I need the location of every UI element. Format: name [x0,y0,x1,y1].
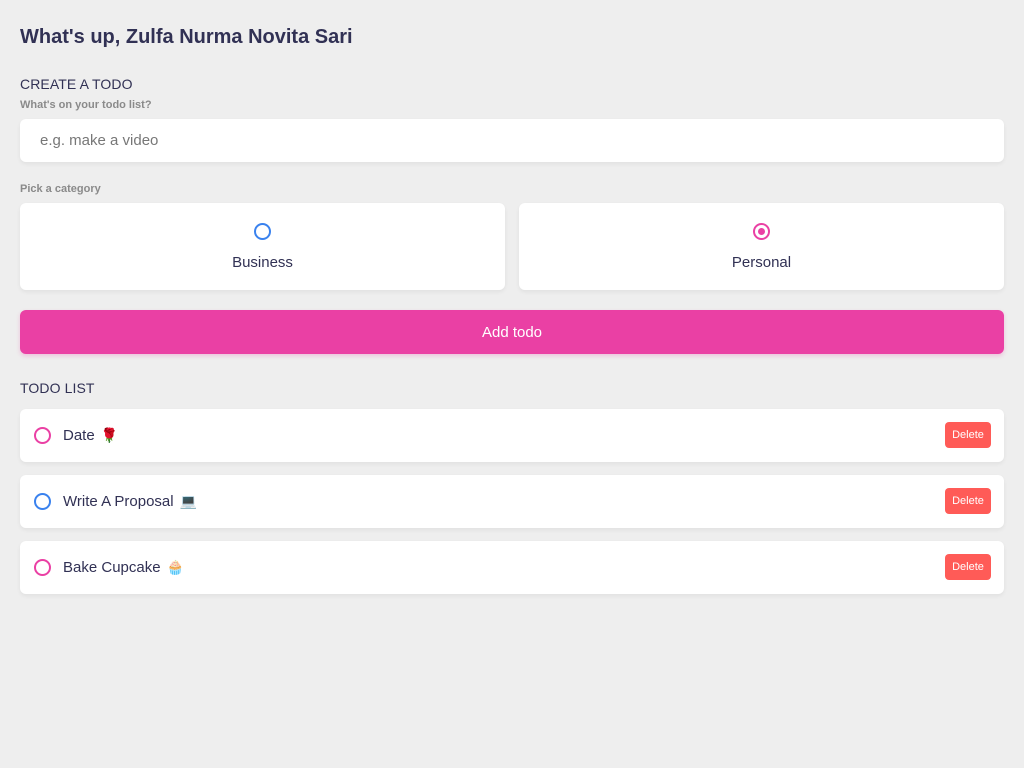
todo-item: Date 🌹 Delete [20,409,1004,462]
delete-button[interactable]: Delete [945,422,991,448]
business-label: Business [232,254,293,271]
todo-item-label: Write A Proposal 💻 [63,493,197,510]
add-todo-button[interactable]: Add todo [20,310,1004,354]
todo-checkbox[interactable] [34,559,51,576]
laptop-icon: 💻 [179,493,198,509]
todo-item: Write A Proposal 💻 Delete [20,475,1004,528]
todo-item: Bake Cupcake 🧁 Delete [20,541,1004,594]
todo-list-heading: TODO LIST [20,380,95,396]
todo-checkbox[interactable] [34,493,51,510]
todo-input-label: What's on your todo list? [20,99,152,111]
personal-label: Personal [731,254,792,271]
todo-item-text: Bake Cupcake [63,559,161,576]
create-todo-heading: CREATE A TODO [20,76,133,92]
todo-item-text: Write A Proposal [63,493,174,510]
todo-item-label: Bake Cupcake 🧁 [63,559,184,576]
category-business-option[interactable]: Business [20,203,505,290]
delete-button[interactable]: Delete [945,488,991,514]
delete-button[interactable]: Delete [945,554,991,580]
todo-item-label: Date 🌹 [63,427,118,444]
todo-input[interactable] [20,119,1004,162]
category-label: Pick a category [20,183,101,195]
business-radio[interactable] [253,223,271,240]
category-personal-option[interactable]: Personal [519,203,1004,290]
todo-checkbox[interactable] [34,427,51,444]
todo-item-text: Date [63,427,95,444]
rose-icon: 🌹 [100,427,119,443]
page-title: What's up, Zulfa Nurma Novita Sari [20,26,353,48]
personal-radio[interactable] [752,223,770,240]
cupcake-icon: 🧁 [166,559,184,575]
